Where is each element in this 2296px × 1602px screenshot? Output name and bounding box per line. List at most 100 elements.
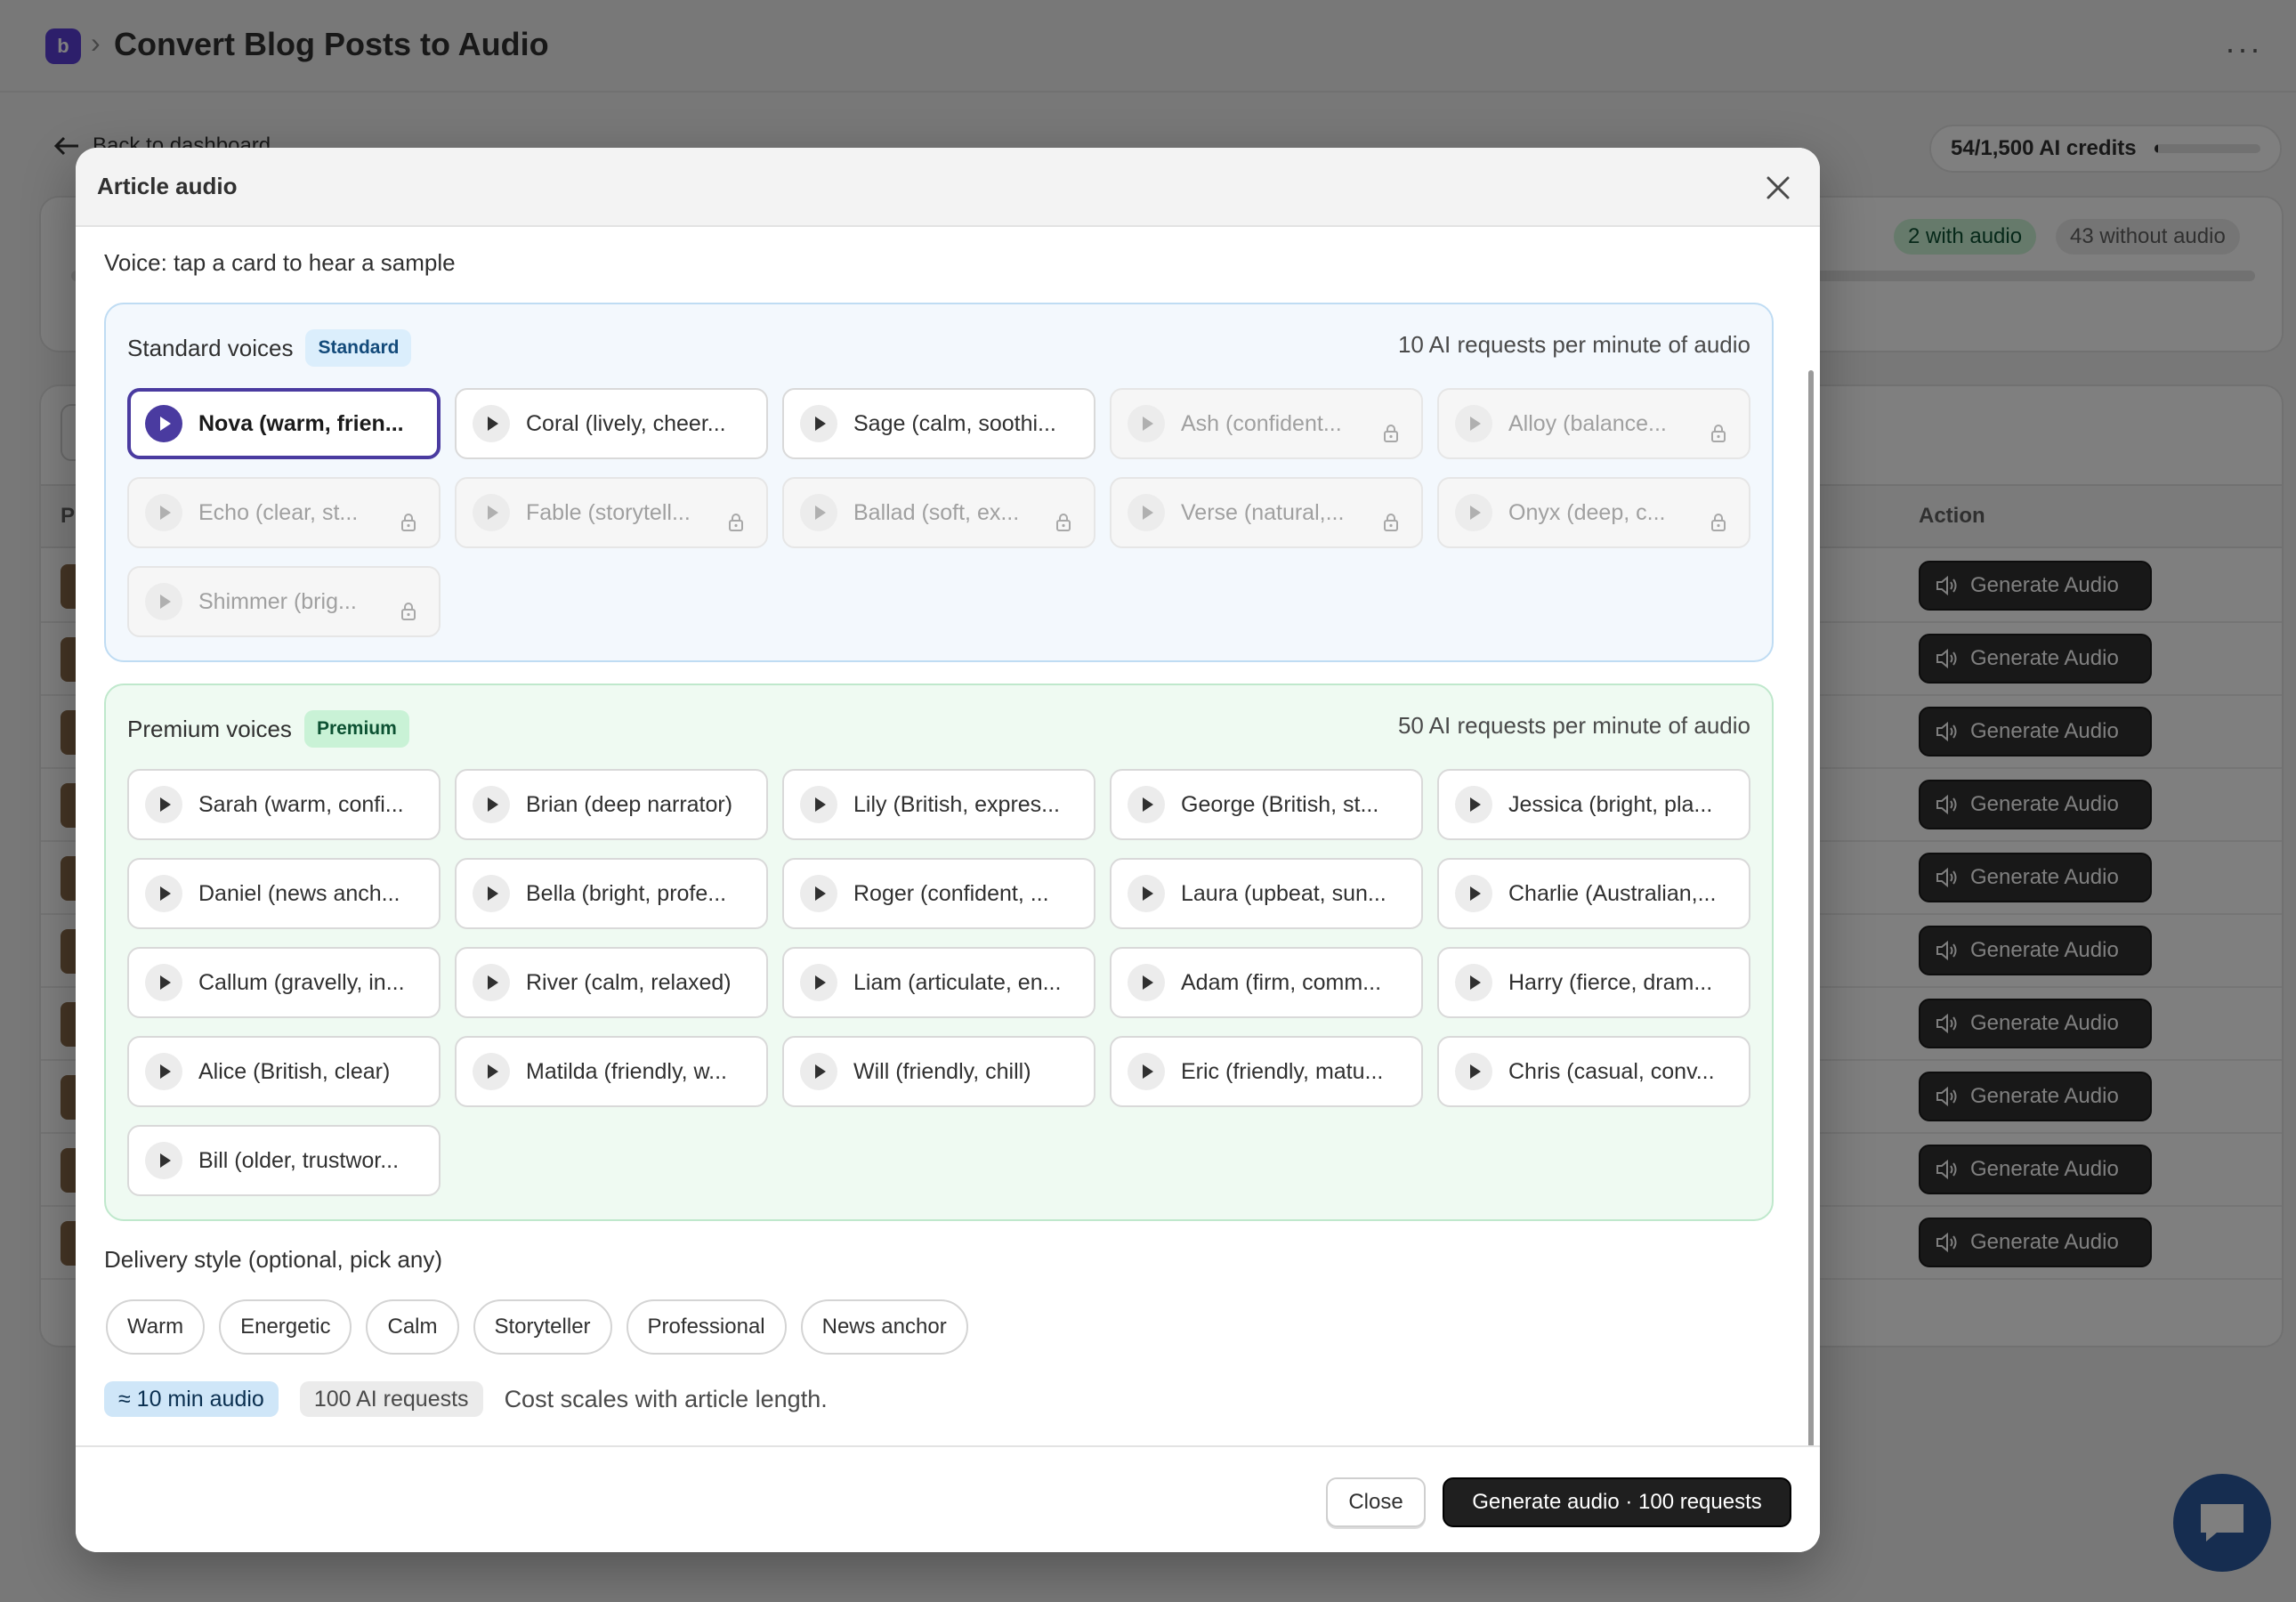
premium-voice-card[interactable]: Alice (British, clear) [127, 1036, 441, 1107]
play-icon[interactable] [473, 405, 510, 442]
premium-voice-card[interactable]: Laura (upbeat, sun... [1110, 858, 1423, 929]
play-icon[interactable] [145, 494, 182, 531]
play-icon[interactable] [800, 875, 837, 912]
premium-voice-grid: Sarah (warm, confi... Brian (deep narrato… [127, 769, 1750, 1196]
delivery-style-chip[interactable]: Warm [106, 1299, 206, 1355]
premium-voice-card[interactable]: Bill (older, trustwor... [127, 1125, 441, 1196]
play-icon[interactable] [800, 786, 837, 823]
play-icon[interactable] [1128, 405, 1165, 442]
play-icon[interactable] [473, 1053, 510, 1090]
standard-voice-card[interactable]: Echo (clear, st... [127, 477, 441, 548]
standard-voices-title: Standard voices [127, 334, 294, 361]
premium-voice-card[interactable]: River (calm, relaxed) [455, 947, 768, 1018]
voice-name: Harry (fierce, dram... [1508, 969, 1713, 995]
standard-voice-card[interactable]: Ash (confident... [1110, 388, 1423, 459]
voice-name: Matilda (friendly, w... [526, 1058, 728, 1084]
premium-voice-card[interactable]: Chris (casual, conv... [1437, 1036, 1750, 1107]
standard-voice-card[interactable]: Alloy (balance... [1437, 388, 1750, 459]
standard-voice-card[interactable]: Fable (storytell... [455, 477, 768, 548]
premium-voice-card[interactable]: Bella (bright, profe... [455, 858, 768, 929]
premium-voice-card[interactable]: Liam (articulate, en... [782, 947, 1095, 1018]
premium-voice-card[interactable]: Adam (firm, comm... [1110, 947, 1423, 1018]
premium-voice-card[interactable]: Eric (friendly, matu... [1110, 1036, 1423, 1107]
play-icon[interactable] [1455, 1053, 1492, 1090]
play-icon[interactable] [473, 964, 510, 1001]
play-icon[interactable] [145, 583, 182, 620]
premium-voice-card[interactable]: Harry (fierce, dram... [1437, 947, 1750, 1018]
play-icon[interactable] [1455, 494, 1492, 531]
standard-voices-panel: Standard voices Standard 10 AI requests … [104, 303, 1774, 662]
play-icon[interactable] [145, 786, 182, 823]
premium-voice-card[interactable]: Jessica (bright, pla... [1437, 769, 1750, 840]
play-icon[interactable] [1455, 786, 1492, 823]
play-icon[interactable] [145, 405, 182, 442]
delivery-style-chip[interactable]: Storyteller [473, 1299, 612, 1355]
voice-name: Brian (deep narrator) [526, 791, 733, 817]
play-icon[interactable] [473, 786, 510, 823]
play-icon[interactable] [1455, 875, 1492, 912]
play-icon[interactable] [1128, 875, 1165, 912]
standard-voice-card[interactable]: Sage (calm, soothi... [782, 388, 1095, 459]
standard-voice-card[interactable]: Verse (natural,... [1110, 477, 1423, 548]
voice-name: Bella (bright, profe... [526, 880, 727, 906]
close-button[interactable]: Close [1326, 1477, 1426, 1527]
play-icon[interactable] [145, 1142, 182, 1179]
play-icon[interactable] [800, 405, 837, 442]
voice-name: Sage (calm, soothi... [853, 410, 1056, 436]
play-icon[interactable] [1128, 964, 1165, 1001]
premium-voice-card[interactable]: Charlie (Australian,... [1437, 858, 1750, 929]
close-icon[interactable] [1763, 173, 1793, 203]
delivery-style-chip[interactable]: Calm [366, 1299, 459, 1355]
play-icon[interactable] [1455, 405, 1492, 442]
voice-name: Charlie (Australian,... [1508, 880, 1717, 906]
voice-name: Verse (natural,... [1181, 499, 1345, 525]
premium-voice-card[interactable]: Brian (deep narrator) [455, 769, 768, 840]
delivery-style-chip[interactable]: Professional [626, 1299, 787, 1355]
play-icon[interactable] [473, 494, 510, 531]
standard-rate: 10 AI requests per minute of audio [1397, 331, 1750, 358]
premium-voice-card[interactable]: Roger (confident, ... [782, 858, 1095, 929]
premium-voices-title: Premium voices [127, 715, 292, 742]
play-icon[interactable] [1128, 494, 1165, 531]
play-icon[interactable] [145, 1053, 182, 1090]
play-icon[interactable] [800, 494, 837, 531]
premium-voice-card[interactable]: Callum (gravelly, in... [127, 947, 441, 1018]
standard-voice-card[interactable]: Shimmer (brig... [127, 566, 441, 637]
voice-name: Daniel (news anch... [198, 880, 400, 906]
premium-voice-card[interactable]: George (British, st... [1110, 769, 1423, 840]
voice-name: Eric (friendly, matu... [1181, 1058, 1384, 1084]
standard-voice-card[interactable]: Coral (lively, cheer... [455, 388, 768, 459]
standard-voice-card[interactable]: Ballad (soft, ex... [782, 477, 1095, 548]
voice-name: Roger (confident, ... [853, 880, 1049, 906]
premium-voice-card[interactable]: Lily (British, expres... [782, 769, 1095, 840]
play-icon[interactable] [1455, 964, 1492, 1001]
delivery-style-chip[interactable]: News anchor [800, 1299, 968, 1355]
premium-badge: Premium [303, 710, 409, 748]
play-icon[interactable] [145, 875, 182, 912]
premium-voice-card[interactable]: Matilda (friendly, w... [455, 1036, 768, 1107]
play-icon[interactable] [473, 875, 510, 912]
premium-voice-card[interactable]: Will (friendly, chill) [782, 1036, 1095, 1107]
lock-icon [1056, 514, 1071, 531]
modal-scrollbar[interactable] [1808, 370, 1814, 1509]
standard-voice-grid: Nova (warm, frien... Coral (lively, cheer… [127, 388, 1750, 637]
voice-name: Shimmer (brig... [198, 588, 357, 614]
premium-voice-card[interactable]: Daniel (news anch... [127, 858, 441, 929]
play-icon[interactable] [1128, 1053, 1165, 1090]
play-icon[interactable] [1128, 786, 1165, 823]
premium-voice-card[interactable]: Sarah (warm, confi... [127, 769, 441, 840]
generate-audio-button[interactable]: Generate audio · 100 requests [1443, 1477, 1791, 1527]
standard-voice-card[interactable]: Nova (warm, frien... [127, 388, 441, 459]
voice-name: Coral (lively, cheer... [526, 410, 726, 436]
voice-name: Laura (upbeat, sun... [1181, 880, 1386, 906]
play-icon[interactable] [800, 964, 837, 1001]
duration-badge: ≈ 10 min audio [104, 1381, 279, 1417]
play-icon[interactable] [800, 1053, 837, 1090]
delivery-style-chip[interactable]: Energetic [219, 1299, 352, 1355]
standard-voice-card[interactable]: Onyx (deep, c... [1437, 477, 1750, 548]
delivery-style-chips: Warm Energetic Calm Storyteller Professional… [106, 1299, 968, 1355]
voice-name: River (calm, relaxed) [526, 969, 732, 995]
play-icon[interactable] [145, 964, 182, 1001]
cost-summary: ≈ 10 min audio 100 AI requests Cost scal… [104, 1381, 828, 1417]
voice-name: Ballad (soft, ex... [853, 499, 1020, 525]
